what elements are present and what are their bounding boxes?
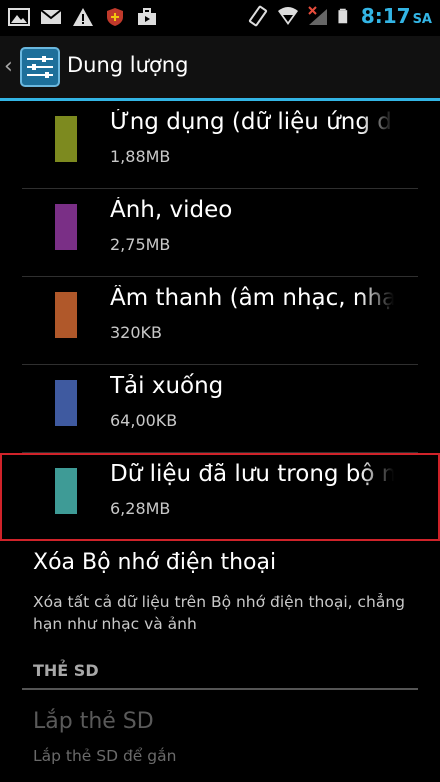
- color-swatch: [55, 292, 77, 338]
- image-icon: [8, 8, 30, 26]
- sd-card-section-header: THẺ SD: [0, 655, 440, 691]
- warning-icon: [73, 8, 93, 26]
- storage-item-apps[interactable]: Ứng dụng (dữ liệu ứng dụng 1,88MB: [0, 101, 440, 189]
- chevron-left-icon[interactable]: ‹: [4, 54, 13, 79]
- item-name: Ứng dụng (dữ liệu ứng dụng: [110, 109, 394, 135]
- item-size: 64,00KB: [110, 411, 178, 430]
- section-divider: [22, 688, 418, 690]
- erase-phone-storage[interactable]: Xóa Bộ nhớ điện thoại Xóa tất cả dữ liệu…: [0, 539, 440, 647]
- erase-description: Xóa tất cả dữ liệu trên Bộ nhớ điện thoạ…: [33, 593, 406, 633]
- color-swatch: [55, 380, 77, 426]
- rotate-icon: [248, 5, 267, 27]
- color-swatch: [55, 468, 77, 514]
- system-icons: 8:17 SA: [247, 4, 432, 28]
- shield-icon: [107, 8, 123, 26]
- status-bar: 8:17 SA: [0, 0, 440, 36]
- settings-sliders-icon[interactable]: [20, 47, 60, 87]
- item-name: Dữ liệu đã lưu trong bộ nhớ: [110, 461, 394, 487]
- notification-icons: [8, 6, 158, 28]
- storage-item-photos[interactable]: Ảnh, video 2,75MB: [0, 189, 440, 277]
- storage-item-audio[interactable]: Âm thanh (âm nhạc, nhạc c 320KB: [0, 277, 440, 365]
- item-size: 1,88MB: [110, 147, 171, 166]
- item-name: Âm thanh (âm nhạc, nhạc c: [110, 285, 394, 311]
- no-signal-icon: [308, 6, 327, 25]
- color-swatch: [55, 116, 77, 162]
- item-size: 6,28MB: [110, 499, 171, 518]
- storage-list: Ứng dụng (dữ liệu ứng dụng 1,88MB Ảnh, v…: [0, 101, 440, 541]
- mount-title: Lắp thẻ SD: [33, 709, 154, 734]
- clock-ampm: SA: [412, 12, 432, 27]
- battery-icon: [338, 8, 347, 24]
- mount-description: Lắp thẻ SD để gắn: [33, 747, 177, 765]
- item-size: 320KB: [110, 323, 163, 342]
- clock-time: 8:17: [360, 4, 411, 28]
- briefcase-icon: [138, 8, 156, 25]
- erase-title: Xóa Bộ nhớ điện thoại: [33, 550, 277, 575]
- item-name: Tải xuống: [110, 373, 224, 399]
- storage-item-downloads[interactable]: Tải xuống 64,00KB: [0, 365, 440, 453]
- item-size: 2,75MB: [110, 235, 171, 254]
- item-name: Ảnh, video: [110, 197, 233, 223]
- action-bar[interactable]: ‹ Dung lượng: [0, 36, 440, 98]
- storage-item-cached-data[interactable]: Dữ liệu đã lưu trong bộ nhớ 6,28MB: [0, 453, 440, 541]
- wifi-icon: [277, 7, 298, 25]
- color-swatch: [55, 204, 77, 250]
- section-label: THẺ SD: [33, 661, 99, 680]
- mount-sd-card: Lắp thẻ SD Lắp thẻ SD để gắn: [0, 697, 440, 782]
- page-title: Dung lượng: [67, 53, 189, 77]
- gmail-icon: [40, 9, 62, 24]
